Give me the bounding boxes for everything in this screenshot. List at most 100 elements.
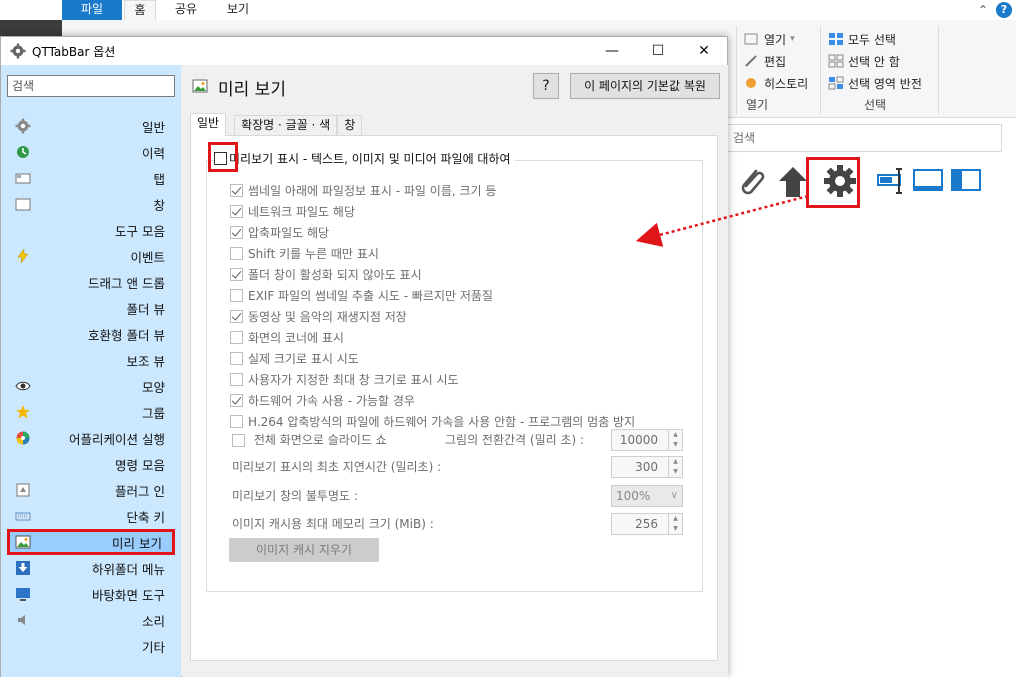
sidebar-item[interactable]: 명령 모음 — [7, 451, 175, 477]
option-label: 네트워크 파일도 해당 — [248, 205, 355, 219]
preview-option-row[interactable]: 화면의 코너에 표시 — [230, 327, 635, 348]
page-title: 미리 보기 — [218, 80, 286, 100]
preview-option-row[interactable]: 사용자가 지정한 최대 창 크기로 표시 시도 — [230, 369, 635, 390]
help-icon[interactable]: ? — [996, 2, 1012, 18]
sidebar-item[interactable]: 플러그 인 — [7, 477, 175, 503]
help-button[interactable]: ? — [533, 73, 559, 99]
dialog-title: QTTabBar 옵션 — [32, 44, 116, 59]
cache-size-stepper[interactable]: 256 ▲ ▼ — [611, 513, 683, 535]
sidebar-item[interactable]: 일반 — [7, 113, 175, 139]
spin-down-icon[interactable]: ▼ — [669, 440, 682, 450]
invert-selection-item[interactable]: 선택 영역 반전 — [828, 72, 922, 94]
sidebar-item[interactable]: 단축 키 — [7, 503, 175, 529]
pane-left-icon[interactable] — [950, 167, 982, 198]
minimize-button[interactable]: — — [589, 37, 635, 65]
sidebar-item[interactable]: 호환형 폴더 뷰 — [7, 321, 175, 347]
preview-option-row[interactable]: EXIF 파일의 썸네일 추출 시도 - 빠르지만 저품질 — [230, 285, 635, 306]
close-button[interactable]: ✕ — [681, 37, 727, 65]
tab-strip: 일반 확장명 · 글꼴 · 색 창 — [190, 113, 363, 136]
text-cursor-icon[interactable] — [876, 163, 906, 202]
preview-option-row[interactable]: 폴더 창이 활성화 되지 않아도 표시 — [230, 264, 635, 285]
tab-window[interactable]: 창 — [337, 115, 363, 135]
gear-highlight-box — [806, 157, 860, 208]
option-checkbox[interactable] — [230, 415, 243, 428]
preview-option-row[interactable]: Shift 키를 누른 때만 표시 — [230, 243, 635, 264]
option-checkbox[interactable] — [230, 310, 243, 323]
gear-icon — [10, 43, 26, 59]
collapse-ribbon-icon[interactable]: ⌃ — [978, 3, 988, 17]
opacity-select[interactable]: 100% ∨ — [611, 485, 683, 507]
spin-up-icon[interactable]: ▲ — [669, 430, 682, 440]
option-checkbox[interactable] — [230, 352, 243, 365]
tab-view[interactable]: 보기 — [220, 0, 256, 20]
option-checkbox[interactable] — [230, 205, 243, 218]
spin-up-icon[interactable]: ▲ — [669, 514, 682, 524]
sidebar-item-label: 모양 — [141, 379, 165, 395]
sidebar-item[interactable]: 어플리케이션 실행 — [7, 425, 175, 451]
open-group-label: 열기 — [746, 98, 769, 112]
sidebar-item[interactable]: 보조 뷰 — [7, 347, 175, 373]
preview-option-row[interactable]: 네트워크 파일도 해당 — [230, 201, 635, 222]
ribbon-separator — [736, 26, 737, 114]
paperclip-icon[interactable] — [734, 163, 770, 202]
master-preview-checkbox[interactable] — [214, 152, 227, 165]
tab-extension-font-color[interactable]: 확장명 · 글꼴 · 색 — [234, 115, 338, 135]
open-item[interactable]: 열기 ▾ — [744, 28, 808, 50]
opacity-value: 100% — [616, 489, 651, 503]
sidebar-item[interactable]: 드래그 앤 드롭 — [7, 269, 175, 295]
preview-option-row[interactable]: 하드웨어 가속 사용 - 가능할 경우 — [230, 390, 635, 411]
dialog-titlebar[interactable]: QTTabBar 옵션 — ☐ ✕ — [1, 37, 727, 65]
option-label: 사용자가 지정한 최대 창 크기로 표시 시도 — [248, 373, 459, 387]
option-checkbox[interactable] — [230, 226, 243, 239]
restore-defaults-button[interactable]: 이 페이지의 기본값 복원 — [570, 73, 720, 99]
sidebar-item[interactable]: 폴더 뷰 — [7, 295, 175, 321]
slideshow-interval-stepper[interactable]: 10000 ▲ ▼ — [611, 429, 683, 451]
explorer-search-input[interactable]: 검색 — [726, 124, 1002, 152]
sidebar-item[interactable]: 탭 — [7, 165, 175, 191]
select-all-item[interactable]: 모두 선택 — [828, 28, 922, 50]
option-checkbox[interactable] — [230, 289, 243, 302]
preview-option-row[interactable]: 실제 크기로 표시 시도 — [230, 348, 635, 369]
delay-stepper[interactable]: 300 ▲ ▼ — [611, 456, 683, 478]
tab-file[interactable]: 파일 — [62, 0, 122, 20]
slideshow-checkbox[interactable] — [232, 434, 245, 447]
edit-item[interactable]: 편집 — [744, 50, 808, 72]
sidebar-item[interactable]: 바탕화면 도구 — [7, 581, 175, 607]
tab-home[interactable]: 홈 — [124, 0, 156, 20]
option-checkbox[interactable] — [230, 394, 243, 407]
sidebar-item[interactable]: 이벤트 — [7, 243, 175, 269]
history-item[interactable]: 히스토리 — [744, 72, 808, 94]
master-preview-checkbox-row[interactable]: 미리보기 표시 - 텍스트, 이미지 및 미디어 파일에 대하여 — [208, 142, 515, 172]
sidebar-item[interactable]: 모양 — [7, 373, 175, 399]
preview-option-row[interactable]: 압축파일도 해당 — [230, 222, 635, 243]
option-checkbox[interactable] — [230, 247, 243, 260]
option-checkbox[interactable] — [230, 268, 243, 281]
option-label: 압축파일도 해당 — [248, 226, 330, 240]
clear-image-cache-button[interactable]: 이미지 캐시 지우기 — [229, 538, 379, 562]
maximize-button[interactable]: ☐ — [635, 37, 681, 65]
option-checkbox[interactable] — [230, 331, 243, 344]
tab-share[interactable]: 공유 — [168, 0, 204, 20]
sidebar-item[interactable]: 소리 — [7, 607, 175, 633]
spin-up-icon[interactable]: ▲ — [669, 457, 682, 467]
preview-option-row[interactable]: 동영상 및 음악의 재생지점 저장 — [230, 306, 635, 327]
sidebar-item-label: 도구 모음 — [115, 223, 165, 239]
tab-general[interactable]: 일반 — [190, 113, 227, 136]
sidebar-item[interactable]: 미리 보기 — [7, 529, 175, 555]
window-icon — [15, 196, 31, 212]
sidebar-search-input[interactable]: 검색 — [7, 75, 175, 97]
sidebar-item[interactable]: 창 — [7, 191, 175, 217]
option-checkbox[interactable] — [230, 184, 243, 197]
pane-bottom-icon[interactable] — [912, 167, 944, 198]
option-checkbox[interactable] — [230, 373, 243, 386]
preview-option-row[interactable]: 썸네일 아래에 파일정보 표시 - 파일 이름, 크기 등 — [230, 180, 635, 201]
up-arrow-icon[interactable] — [776, 163, 810, 202]
sidebar-item[interactable]: 기타 — [7, 633, 175, 659]
sidebar-item[interactable]: 하위폴더 메뉴 — [7, 555, 175, 581]
spin-down-icon[interactable]: ▼ — [669, 467, 682, 477]
spin-down-icon[interactable]: ▼ — [669, 524, 682, 534]
sidebar-item[interactable]: 도구 모음 — [7, 217, 175, 243]
select-none-item[interactable]: 선택 안 함 — [828, 50, 922, 72]
sidebar-item[interactable]: 그룹 — [7, 399, 175, 425]
sidebar-item[interactable]: 이력 — [7, 139, 175, 165]
